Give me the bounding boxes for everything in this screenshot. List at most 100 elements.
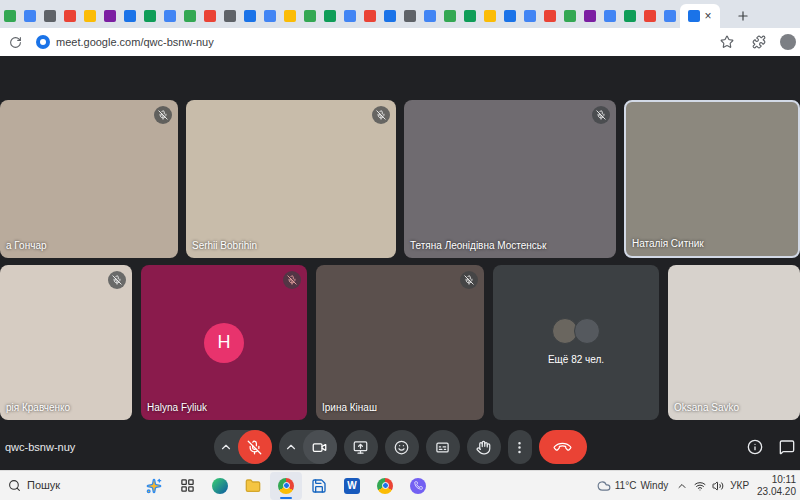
browser-tab[interactable]: [420, 4, 440, 28]
save-icon: [311, 478, 327, 494]
favicon-icon: [64, 10, 76, 22]
browser-tab[interactable]: [480, 4, 500, 28]
camera-icon: [312, 440, 327, 455]
taskbar-app[interactable]: [171, 472, 203, 500]
leave-call-button[interactable]: [539, 430, 587, 464]
mic-options-button[interactable]: [214, 430, 238, 464]
browser-tab[interactable]: ×: [680, 4, 720, 28]
browser-tab[interactable]: [620, 4, 640, 28]
browser-tab[interactable]: [280, 4, 300, 28]
more-participants-label: Ещё 82 чел.: [548, 352, 604, 367]
volume-icon[interactable]: [712, 480, 724, 492]
clock[interactable]: 10:1123.04.20: [757, 474, 796, 498]
hand-button[interactable]: [467, 430, 501, 464]
chat-icon[interactable]: [779, 439, 795, 455]
browser-tab[interactable]: [520, 4, 540, 28]
browser-tab[interactable]: [80, 4, 100, 28]
emoji-button[interactable]: [385, 430, 419, 464]
browser-tab[interactable]: [460, 4, 480, 28]
participant-tile[interactable]: Наталія Ситник: [624, 100, 800, 258]
taskbar-app[interactable]: [369, 472, 401, 500]
taskbar-app[interactable]: [138, 472, 170, 500]
participant-tile[interactable]: Serhii Bobrihin: [186, 100, 396, 258]
browser-tab[interactable]: [500, 4, 520, 28]
search-box[interactable]: Пошук: [8, 477, 138, 494]
chevron-up-icon: [219, 440, 233, 454]
tray-expand-icon[interactable]: [676, 480, 688, 492]
browser-tab[interactable]: [640, 4, 660, 28]
browser-tab[interactable]: [540, 4, 560, 28]
browser-tab[interactable]: [200, 4, 220, 28]
browser-tab[interactable]: [260, 4, 280, 28]
browser-tab[interactable]: [360, 4, 380, 28]
browser-tab[interactable]: [180, 4, 200, 28]
favicon-icon: [664, 10, 676, 22]
participant-tile[interactable]: рія Кравченко: [0, 265, 132, 420]
taskbar-app[interactable]: W: [336, 472, 368, 500]
participant-tile[interactable]: Ещё 82 чел.: [493, 265, 659, 420]
browser-tab[interactable]: [0, 4, 20, 28]
participant-tile[interactable]: HHalyna Fyliuk: [141, 265, 307, 420]
site-info-icon[interactable]: [36, 35, 50, 49]
bookmark-star-icon[interactable]: [720, 35, 734, 49]
browser-tab[interactable]: [440, 4, 460, 28]
browser-tab[interactable]: [100, 4, 120, 28]
address-bar[interactable]: meet.google.com/qwc-bsnw-nuy: [36, 34, 720, 51]
browser-tab[interactable]: [240, 4, 260, 28]
browser-tab[interactable]: [400, 4, 420, 28]
browser-tab[interactable]: [40, 4, 60, 28]
taskbar-app[interactable]: [204, 472, 236, 500]
weather-widget[interactable]: 11°CWindy: [597, 478, 668, 493]
browser-tab[interactable]: [660, 4, 680, 28]
participant-tile[interactable]: а Гончар: [0, 100, 178, 258]
taskbar-app[interactable]: [303, 472, 335, 500]
favicon-icon: [4, 10, 16, 22]
participant-tile[interactable]: Тетяна Леонідівна Мостенськ: [404, 100, 616, 258]
new-tab-button[interactable]: [732, 4, 754, 28]
favicon-icon: [44, 10, 56, 22]
close-tab-button[interactable]: ×: [704, 10, 711, 22]
mic-off-icon: [464, 275, 474, 285]
mic-button[interactable]: [238, 430, 272, 464]
browser-tab[interactable]: [140, 4, 160, 28]
camera-options-button[interactable]: [279, 430, 303, 464]
browser-tab[interactable]: [20, 4, 40, 28]
reload-icon[interactable]: [9, 36, 22, 49]
muted-indicator: [372, 106, 390, 124]
favicon-icon: [584, 10, 596, 22]
participant-tile[interactable]: Oksana Savko: [668, 265, 800, 420]
present-button[interactable]: [344, 430, 378, 464]
browser-tab[interactable]: [560, 4, 580, 28]
browser-tab[interactable]: [600, 4, 620, 28]
browser-tab[interactable]: [340, 4, 360, 28]
browser-tab[interactable]: [120, 4, 140, 28]
info-icon[interactable]: [747, 439, 763, 455]
taskbar-app[interactable]: [270, 472, 302, 500]
browser-tab[interactable]: [220, 4, 240, 28]
browser-tab[interactable]: [160, 4, 180, 28]
emoji-icon: [394, 440, 409, 455]
camera-button[interactable]: [303, 430, 337, 464]
taskbar-app[interactable]: [237, 472, 269, 500]
browser-tab[interactable]: [320, 4, 340, 28]
browser-tab[interactable]: [300, 4, 320, 28]
wifi-icon[interactable]: [694, 480, 706, 492]
browser-tab[interactable]: [380, 4, 400, 28]
favicon-icon: [224, 10, 236, 22]
browser-tab[interactable]: [580, 4, 600, 28]
mic-off-icon: [376, 110, 386, 120]
extensions-icon[interactable]: [752, 35, 766, 49]
captions-button[interactable]: [426, 430, 460, 464]
taskbar-app[interactable]: [402, 472, 434, 500]
tile-row: а ГончарSerhii BobrihinТетяна Леонідівна…: [0, 100, 800, 258]
more-options-button[interactable]: [508, 430, 532, 464]
participant-tile[interactable]: Ірина Кінаш: [316, 265, 484, 420]
browser-tab[interactable]: [60, 4, 80, 28]
muted-indicator: [283, 271, 301, 289]
participant-name: рія Кравченко: [6, 400, 70, 415]
profile-avatar[interactable]: [780, 34, 796, 50]
language-indicator[interactable]: УКР: [730, 478, 749, 493]
favicon-icon: [384, 10, 396, 22]
url: meet.google.com/qwc-bsnw-nuy: [56, 34, 214, 51]
favicon-icon: [24, 10, 36, 22]
